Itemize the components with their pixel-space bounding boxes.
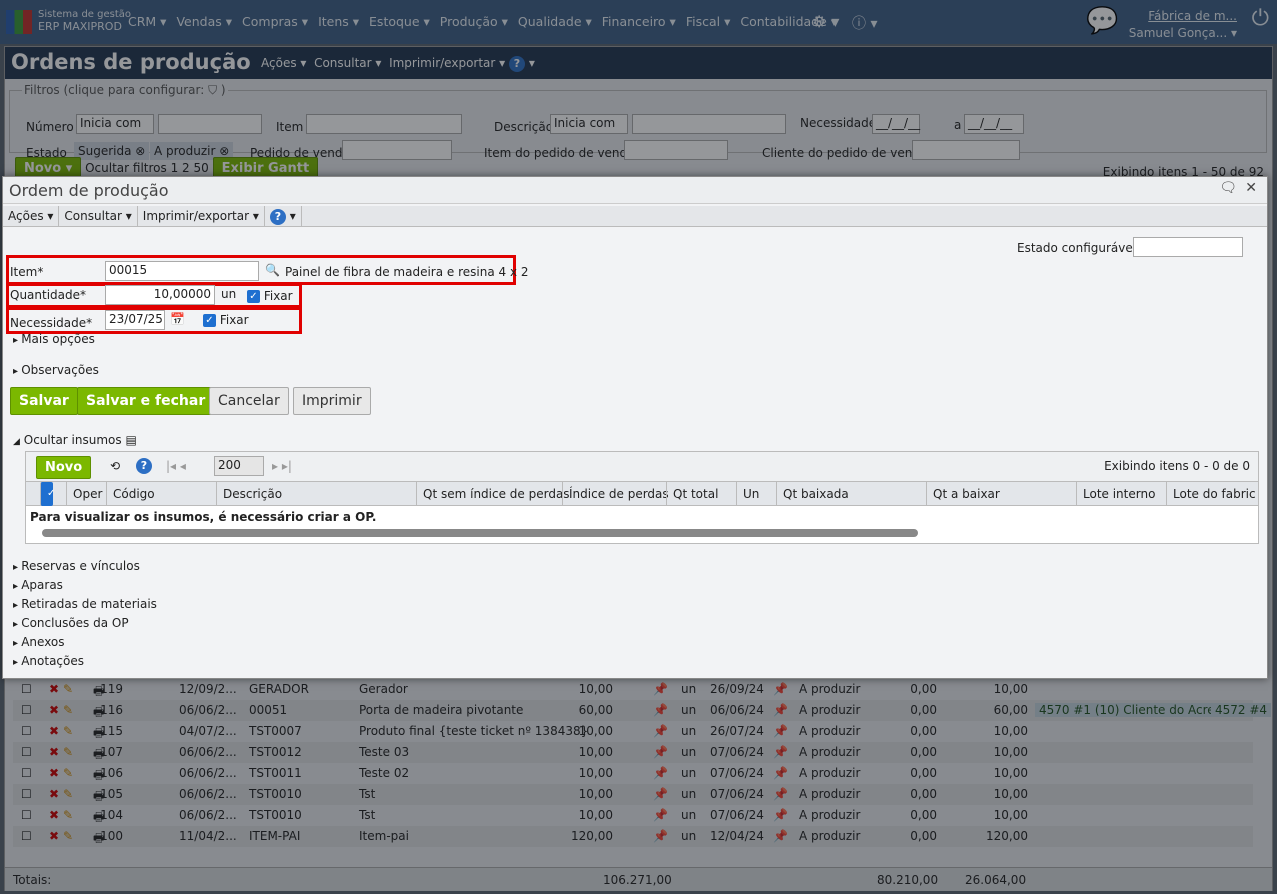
necessidade-input[interactable]: 23/07/25 xyxy=(105,310,165,330)
print-button[interactable]: Imprimir xyxy=(293,387,371,415)
column-header[interactable]: Qt total xyxy=(666,482,718,506)
fixar-necessidade-label: Fixar xyxy=(219,313,249,327)
search-icon[interactable]: 🔍 xyxy=(265,263,280,277)
column-header[interactable]: Índice de perdas xyxy=(562,482,669,506)
section-toggle[interactable]: Anotações xyxy=(13,654,84,668)
estado-configuravel-select[interactable] xyxy=(1133,237,1243,257)
production-order-dialog: Ordem de produção 🗨 ✕ Ações ▾ Consultar ▾ Im… xyxy=(2,176,1268,679)
column-header[interactable]: Código xyxy=(106,482,155,506)
dialog-title: Ordem de produção xyxy=(9,181,169,200)
refresh-icon[interactable]: ⟲ xyxy=(110,459,120,473)
section-toggle[interactable]: Anexos xyxy=(13,635,64,649)
save-close-button[interactable]: Salvar e fechar xyxy=(77,387,215,415)
dialog-print-menu[interactable]: Imprimir/exportar ▾ xyxy=(138,206,265,226)
pager-next-last[interactable]: ▸ ▸| xyxy=(272,459,292,473)
column-header[interactable]: Un xyxy=(736,482,759,506)
help-icon[interactable]: ? xyxy=(136,458,152,474)
dialog-consult-menu[interactable]: Consultar ▾ xyxy=(59,206,138,226)
close-icon[interactable]: ✕ xyxy=(1245,180,1257,196)
more-options-toggle[interactable]: Mais opções xyxy=(13,332,95,346)
column-header[interactable]: Qt sem índice de perdas xyxy=(416,482,570,506)
fixar-qty-label: Fixar xyxy=(263,289,293,303)
section-toggle[interactable]: Conclusões da OP xyxy=(13,616,128,630)
select-all-checkbox[interactable]: ✓ xyxy=(40,482,55,506)
section-toggle[interactable]: Retiradas de materiais xyxy=(13,597,157,611)
section-toggle[interactable]: Aparas xyxy=(13,578,63,592)
column-header[interactable]: Oper xyxy=(66,482,102,506)
necessidade-label: Necessidade* xyxy=(10,316,93,330)
column-header[interactable]: Qt a baixar xyxy=(926,482,1000,506)
list-icon[interactable]: ▤ xyxy=(125,433,136,447)
column-header[interactable]: Descrição xyxy=(216,482,282,506)
estado-configuravel-label: Estado configurável xyxy=(1017,241,1137,255)
calendar-icon[interactable]: 📅 xyxy=(170,312,185,326)
section-toggle[interactable]: Reservas e vínculos xyxy=(13,559,140,573)
column-header[interactable]: Lote interno xyxy=(1076,482,1155,506)
column-header[interactable]: Qt baixada xyxy=(776,482,849,506)
insumos-new-button[interactable]: Novo xyxy=(36,456,92,479)
comment-icon[interactable]: 🗨 xyxy=(1219,180,1237,196)
insumos-showing: Exibindo itens 0 - 0 de 0 xyxy=(1104,459,1250,473)
insumos-grid: Novo ⟲ ? |◂ ◂ 200 ▸ ▸| Exibindo itens 0 … xyxy=(25,451,1259,544)
pager-first-prev[interactable]: |◂ ◂ xyxy=(166,459,186,473)
hide-insumos-toggle[interactable]: Ocultar insumos xyxy=(24,433,122,447)
save-button[interactable]: Salvar xyxy=(10,387,78,415)
qty-unit: un xyxy=(221,287,237,301)
observations-toggle[interactable]: Observações xyxy=(13,363,99,377)
horizontal-scrollbar[interactable] xyxy=(42,529,918,537)
item-description: Painel de fibra de madeira e resina 4 x … xyxy=(285,265,529,279)
insumos-per-page[interactable]: 200 xyxy=(214,456,264,476)
qty-input[interactable]: 10,00000 xyxy=(105,285,215,305)
item-input[interactable]: 00015 xyxy=(105,261,259,281)
dialog-help-menu[interactable]: ? ▾ xyxy=(265,206,302,226)
cancel-button[interactable]: Cancelar xyxy=(209,387,289,415)
insumos-empty-message: Para visualizar os insumos, é necessário… xyxy=(30,510,377,524)
dialog-actions-menu[interactable]: Ações ▾ xyxy=(3,206,60,226)
column-header[interactable]: Lote do fabric xyxy=(1166,482,1256,506)
qty-label: Quantidade* xyxy=(10,288,87,302)
fixar-qty-checkbox[interactable]: ✓ xyxy=(247,290,260,303)
fixar-necessidade-checkbox[interactable]: ✓ xyxy=(203,314,216,327)
item-label: Item* xyxy=(10,265,44,279)
